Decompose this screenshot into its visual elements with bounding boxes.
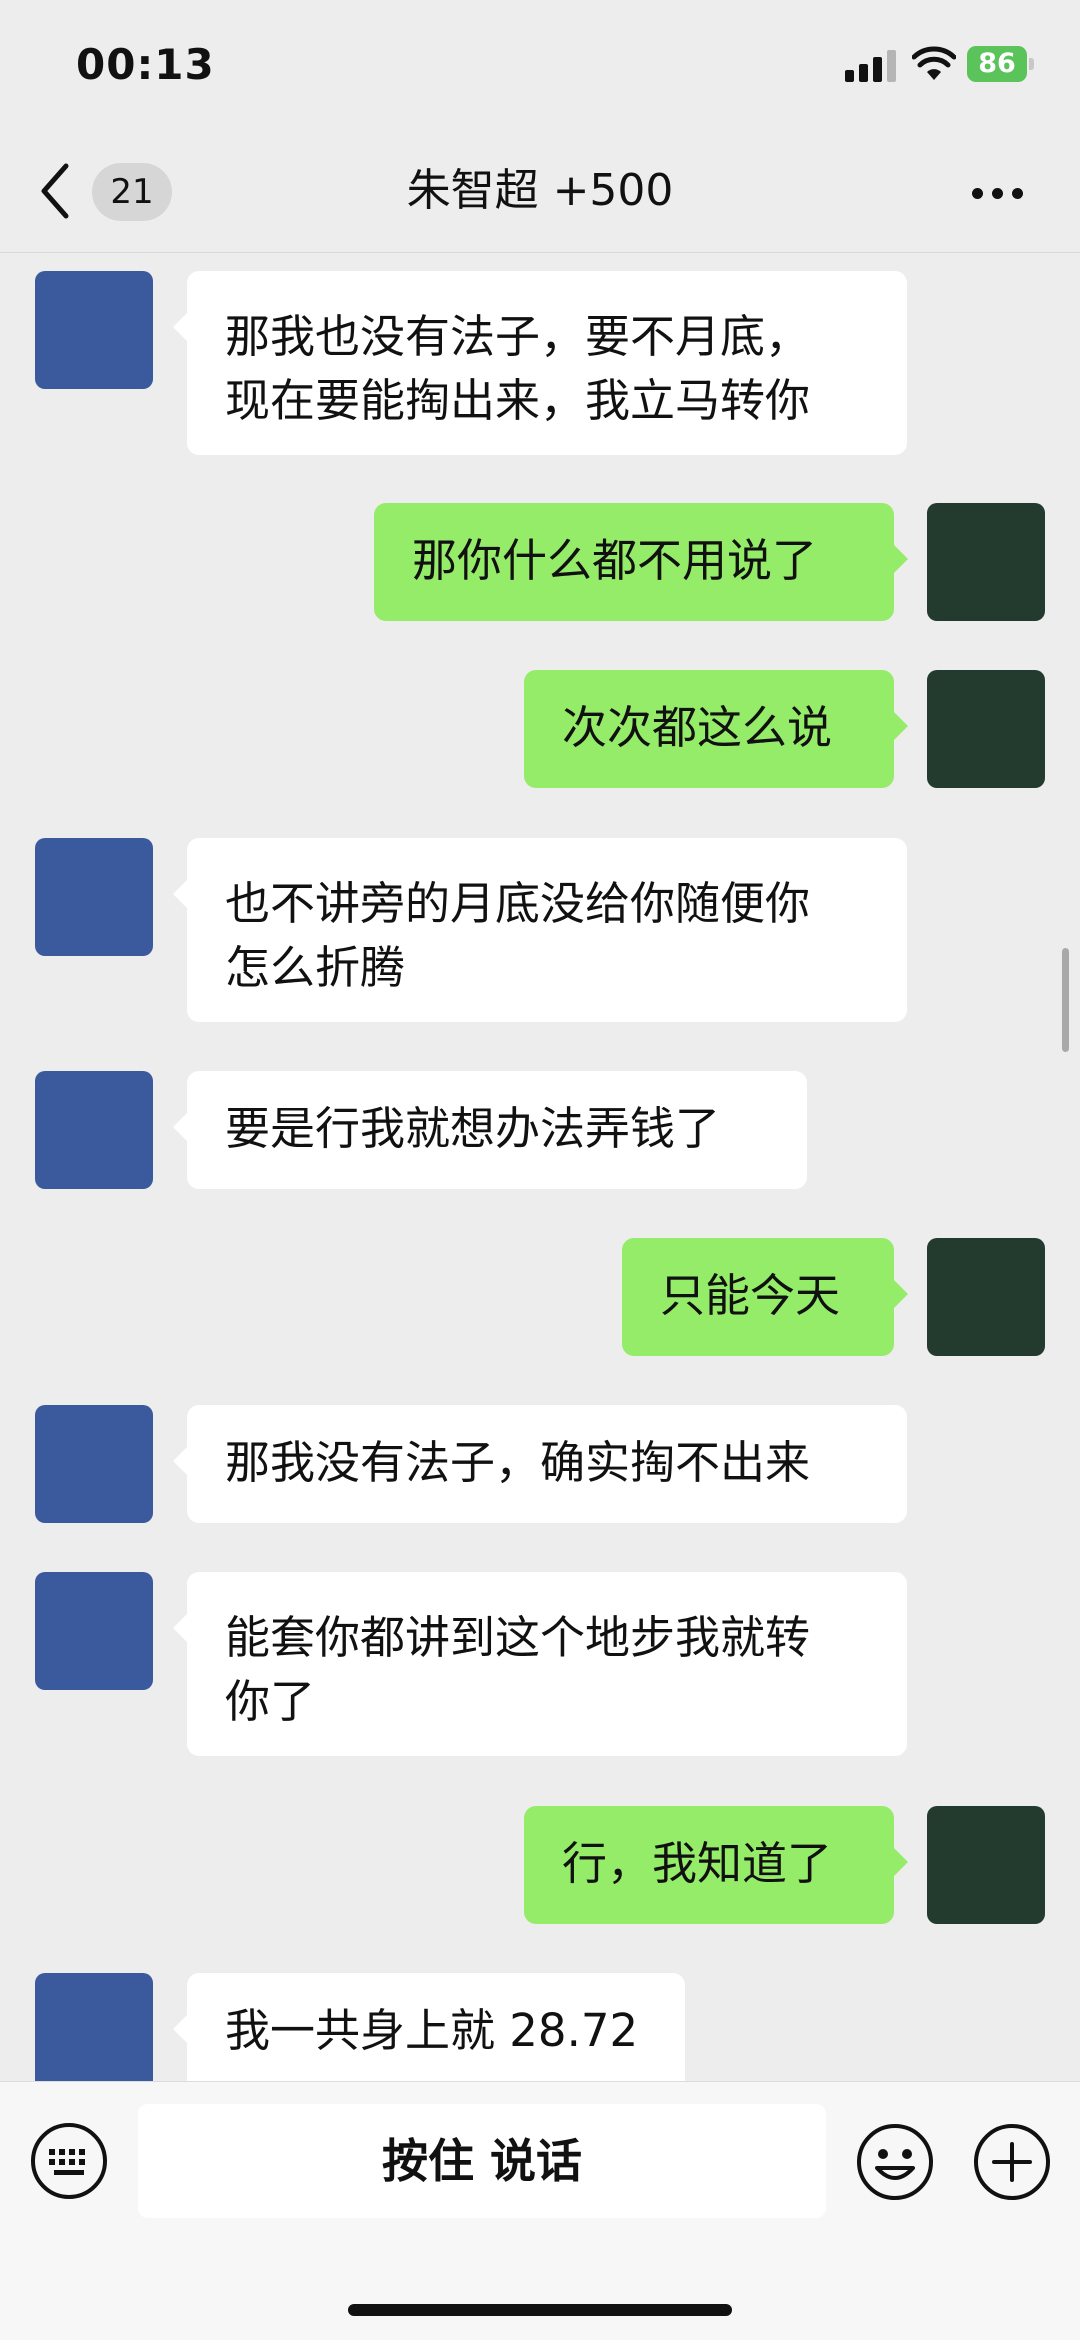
wifi-icon <box>912 46 956 80</box>
message-list[interactable]: 那我也没有法子，要不月底， 现在要能掏出来，我立马转你 那你什么都不用说了 次次… <box>0 253 1080 2081</box>
my-avatar[interactable] <box>927 1238 1045 1356</box>
unread-count-badge[interactable]: 21 <box>92 163 172 221</box>
keyboard-icon[interactable] <box>30 2122 108 2200</box>
message-bubble[interactable]: 要是行我就想办法弄钱了 <box>173 1071 807 1189</box>
back-icon[interactable] <box>36 158 76 224</box>
contact-avatar[interactable] <box>35 1973 153 2081</box>
status-time: 00:13 <box>76 40 215 89</box>
chat-header: 21 朱智超 +500 <box>0 130 1080 253</box>
message-bubble[interactable]: 行，我知道了 <box>524 1806 908 1924</box>
more-icon[interactable] <box>968 172 1028 212</box>
message-bubble[interactable]: 只能今天 <box>622 1238 908 1356</box>
message-bubble[interactable]: 次次都这么说 <box>524 670 908 788</box>
emoji-icon[interactable] <box>855 2122 935 2202</box>
home-indicator[interactable] <box>348 2304 732 2316</box>
contact-avatar[interactable] <box>35 838 153 956</box>
battery-icon: 86 <box>967 46 1035 82</box>
message-bubble[interactable]: 那你什么都不用说了 <box>374 503 908 621</box>
my-avatar[interactable] <box>927 1806 1045 1924</box>
contact-avatar[interactable] <box>35 1572 153 1690</box>
message-bubble[interactable]: 那我没有法子，确实掏不出来 <box>173 1405 907 1523</box>
status-bar: 00:13 86 <box>0 0 1080 130</box>
hold-to-talk-button[interactable]: 按住 说话 <box>138 2104 826 2218</box>
input-bar: 按住 说话 <box>0 2081 1080 2340</box>
contact-avatar[interactable] <box>35 1071 153 1189</box>
message-bubble[interactable]: 那我也没有法子，要不月底， 现在要能掏出来，我立马转你 <box>173 271 907 455</box>
battery-level: 86 <box>978 48 1016 79</box>
contact-avatar[interactable] <box>35 271 153 389</box>
scroll-indicator[interactable] <box>1062 948 1069 1052</box>
my-avatar[interactable] <box>927 670 1045 788</box>
plus-icon[interactable] <box>972 2122 1052 2202</box>
contact-avatar[interactable] <box>35 1405 153 1523</box>
message-bubble[interactable]: 也不讲旁的月底没给你随便你 怎么折腾 <box>173 838 907 1022</box>
message-bubble[interactable]: 我一共身上就 28.72 <box>173 1973 685 2081</box>
message-bubble[interactable]: 能套你都讲到这个地步我就转 你了 <box>173 1572 907 1756</box>
chat-title: 朱智超 +500 <box>406 165 674 216</box>
signal-icon <box>845 50 897 82</box>
my-avatar[interactable] <box>927 503 1045 621</box>
